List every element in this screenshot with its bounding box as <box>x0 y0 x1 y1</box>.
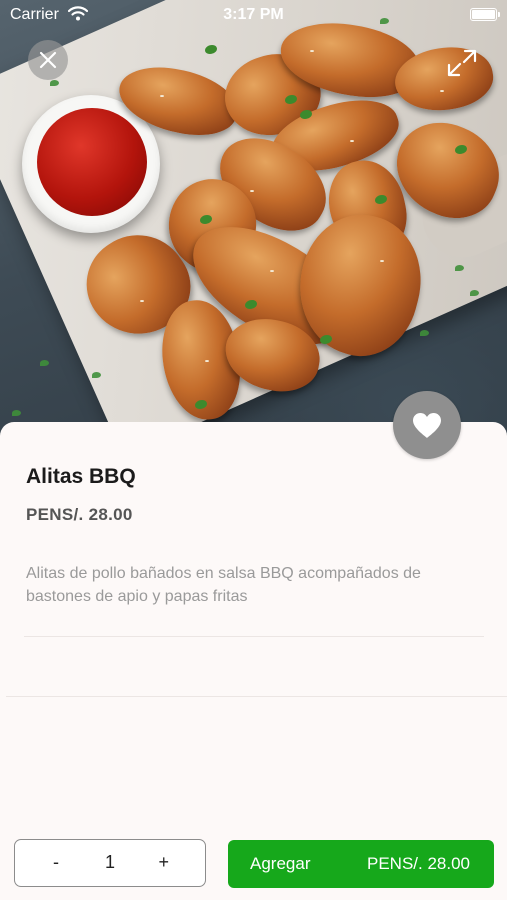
divider <box>6 696 507 697</box>
status-bar: Carrier 3:17 PM <box>0 0 507 30</box>
quantity-stepper: - 1 + <box>14 839 206 887</box>
close-icon <box>39 51 57 69</box>
add-button-label: Agregar <box>250 854 311 873</box>
product-price: PENS/. 28.00 <box>26 505 133 524</box>
close-button[interactable] <box>28 40 68 80</box>
expand-icon <box>447 49 477 77</box>
product-description: Alitas de pollo bañados en salsa BBQ aco… <box>26 565 421 605</box>
favorite-button[interactable] <box>393 391 461 459</box>
battery-icon <box>470 8 500 21</box>
quantity-value: 1 <box>104 852 115 872</box>
add-to-cart-button[interactable]: Agregar PENS/. 28.00 <box>228 840 494 888</box>
expand-image-button[interactable] <box>446 48 478 78</box>
increase-quantity-button[interactable]: + <box>158 852 169 873</box>
product-image <box>0 0 507 450</box>
divider <box>24 636 484 637</box>
add-button-total: PENS/. 28.00 <box>366 854 470 873</box>
product-title: Alitas BBQ <box>26 465 136 488</box>
status-time: 3:17 PM <box>223 6 284 23</box>
heart-icon <box>413 412 441 438</box>
product-detail-sheet <box>0 422 507 900</box>
